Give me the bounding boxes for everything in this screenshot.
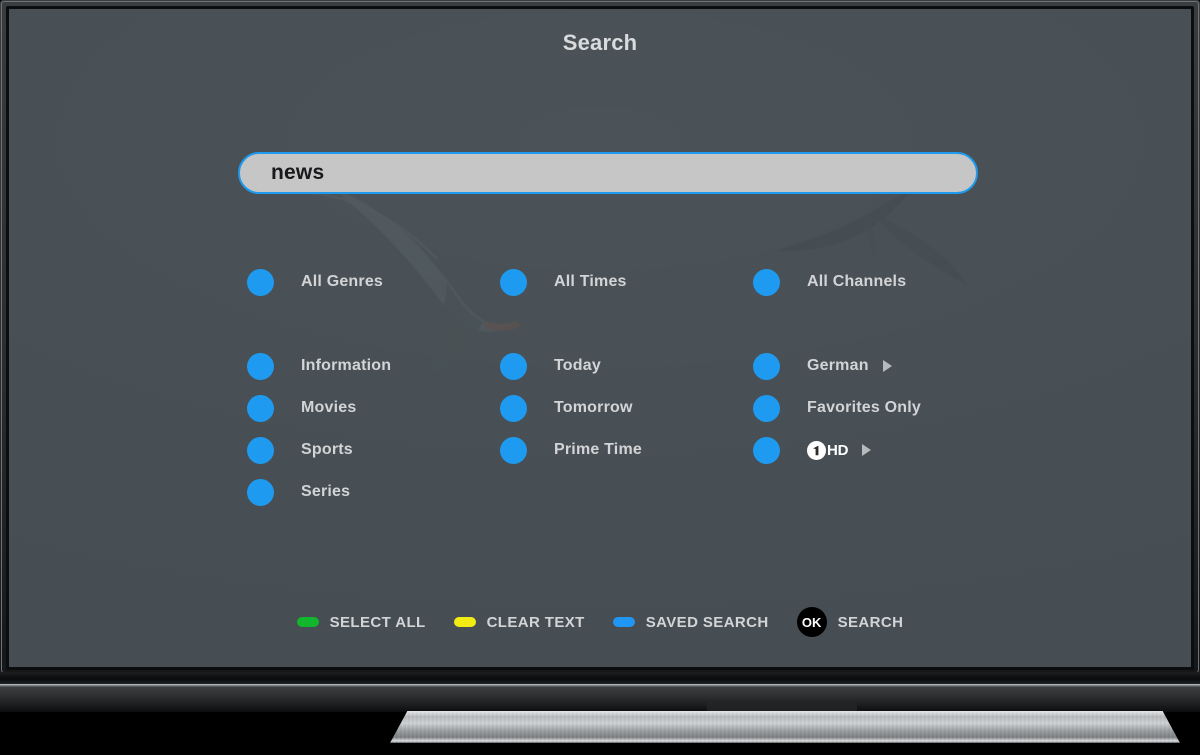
- page-title: Search: [562, 30, 638, 55]
- time-filter-column: All Times Today Tomorrow Prime Time: [500, 267, 642, 477]
- option-label: Favorites Only: [807, 399, 921, 416]
- option-label: All Genres: [301, 273, 384, 290]
- radio-icon[interactable]: [500, 352, 527, 380]
- radio-icon[interactable]: [753, 352, 780, 380]
- tv-screen: Search news All Genres Information Movie…: [9, 9, 1191, 667]
- green-key-icon: [296, 617, 319, 627]
- radio-icon[interactable]: [247, 352, 274, 380]
- radio-icon[interactable]: [500, 394, 527, 422]
- radio-icon[interactable]: [247, 394, 274, 422]
- option-sports[interactable]: Sports: [247, 435, 391, 465]
- radio-icon[interactable]: [247, 436, 274, 464]
- radio-icon[interactable]: [247, 268, 274, 296]
- action-label: CLEAR TEXT: [486, 613, 585, 631]
- option-label: Tomorrow: [554, 399, 633, 416]
- tv-stand-base: [390, 711, 1180, 743]
- radio-icon[interactable]: [247, 478, 274, 506]
- tv-chin-lower: [0, 688, 1200, 712]
- option-label: All Channels: [807, 273, 907, 290]
- ok-key-icon: OK: [796, 607, 827, 637]
- option-all-genres[interactable]: All Genres: [247, 267, 391, 297]
- option-german[interactable]: German: [753, 351, 921, 381]
- option-all-times[interactable]: All Times: [500, 267, 642, 297]
- radio-icon[interactable]: [500, 268, 527, 296]
- action-select-all[interactable]: SELECT ALL: [296, 613, 426, 631]
- tv-frame: Search news All Genres Information Movie…: [0, 0, 1200, 755]
- option-favorites-only[interactable]: Favorites Only: [753, 393, 921, 423]
- radio-icon[interactable]: [753, 394, 780, 422]
- search-page: Search news All Genres Information Movie…: [9, 9, 1191, 667]
- action-label: SEARCH: [837, 613, 904, 631]
- action-label: SAVED SEARCH: [645, 613, 769, 631]
- option-prime-time[interactable]: Prime Time: [500, 435, 642, 465]
- tv-chin-upper: [0, 672, 1200, 684]
- genre-filter-column: All Genres Information Movies Sports Ser…: [247, 267, 391, 519]
- option-all-channels[interactable]: All Channels: [753, 267, 921, 297]
- option-label: Information: [301, 357, 392, 374]
- option-tomorrow[interactable]: Tomorrow: [500, 393, 642, 423]
- action-saved-search[interactable]: SAVED SEARCH: [612, 613, 769, 631]
- option-label: Sports: [301, 441, 353, 458]
- radio-icon[interactable]: [500, 436, 527, 464]
- blue-key-icon: [612, 617, 635, 627]
- option-label: German: [807, 357, 869, 374]
- option-movies[interactable]: Movies: [247, 393, 391, 423]
- option-label: All Times: [554, 273, 627, 290]
- option-label: Today: [554, 357, 601, 374]
- option-label: Prime Time: [554, 441, 642, 458]
- radio-icon[interactable]: [753, 268, 780, 296]
- option-label: Series: [301, 483, 351, 500]
- action-clear-text[interactable]: CLEAR TEXT: [453, 613, 585, 631]
- footer-action-bar: SELECT ALL CLEAR TEXT SAVED SEARCH OK SE…: [9, 607, 1191, 637]
- option-information[interactable]: Information: [247, 351, 391, 381]
- action-search[interactable]: OK SEARCH: [796, 607, 904, 637]
- option-today[interactable]: Today: [500, 351, 642, 381]
- search-input[interactable]: news: [238, 152, 978, 194]
- yellow-key-icon: [453, 617, 476, 627]
- option-label: Movies: [301, 399, 357, 416]
- chevron-right-icon[interactable]: [882, 360, 892, 372]
- option-channel-ard-hd[interactable]: HD: [753, 435, 921, 465]
- option-series[interactable]: Series: [247, 477, 391, 507]
- channel-hd-label: HD: [827, 441, 849, 459]
- action-label: SELECT ALL: [329, 613, 426, 631]
- ard-das-erste-icon: [807, 440, 826, 460]
- channel-chip: HD: [807, 440, 849, 460]
- chevron-right-icon[interactable]: [862, 444, 872, 456]
- radio-icon[interactable]: [753, 436, 780, 464]
- search-input-value: news: [271, 161, 325, 184]
- channel-filter-column: All Channels German Favorites Only HD: [753, 267, 921, 477]
